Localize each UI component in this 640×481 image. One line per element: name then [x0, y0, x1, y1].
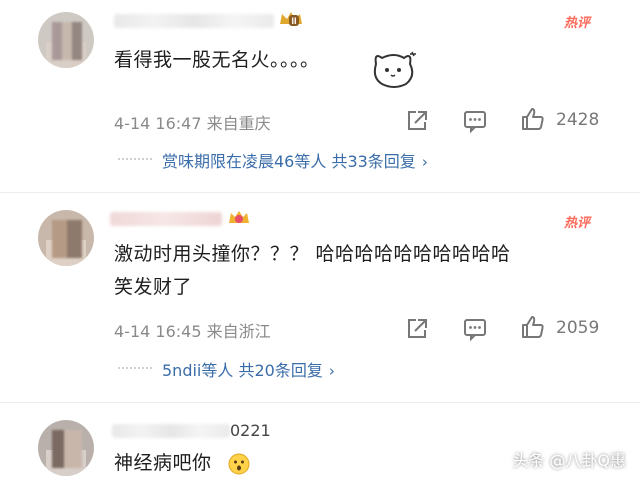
comment-meta: 4-14 16:45 来自浙江: [114, 322, 271, 341]
hot-comment-badge: 热评: [564, 216, 591, 231]
comment-meta: 4-14 16:47 来自重庆: [114, 114, 271, 133]
thumbs-up-icon[interactable]: [520, 106, 546, 132]
cat-sticker-icon: [373, 51, 416, 88]
surprised-emoji-icon: [228, 453, 250, 475]
chevron-right-icon: ›: [421, 153, 428, 171]
divider: [0, 192, 640, 193]
comment-icon[interactable]: [462, 108, 488, 134]
comment-icon[interactable]: [462, 316, 488, 342]
username-blurred[interactable]: [112, 424, 230, 438]
divider: [0, 402, 640, 403]
avatar[interactable]: [38, 210, 94, 266]
comment-text: 神经病吧你: [114, 452, 212, 474]
crown-badge-icon: II: [280, 12, 302, 26]
chevron-right-icon: ›: [328, 362, 335, 380]
share-icon[interactable]: [404, 316, 430, 342]
comment-text: 看得我一股无名火。。。。: [114, 49, 320, 71]
crown-badge-icon: [229, 211, 249, 223]
avatar[interactable]: [38, 420, 94, 476]
replies-link[interactable]: 5ndii等人 共20条回复 ›: [162, 357, 335, 381]
like-count: 2059: [556, 318, 600, 338]
hot-comment-badge: 热评: [564, 16, 591, 31]
username-blurred[interactable]: [110, 212, 222, 226]
reply-divider: [118, 367, 152, 370]
share-icon[interactable]: [404, 108, 430, 134]
like-count: 2428: [556, 110, 600, 130]
replies-link[interactable]: 赏味期限在凌晨46等人 共33条回复 ›: [162, 148, 428, 172]
reply-divider: [118, 158, 152, 161]
avatar[interactable]: [38, 12, 94, 68]
thumbs-up-icon[interactable]: [520, 314, 546, 340]
username-suffix[interactable]: 0221: [230, 421, 271, 440]
watermark: 头条 @八卦Q惠: [512, 451, 626, 470]
svg-text:II: II: [291, 16, 296, 26]
comment-text: 激动时用头撞你？？？ 哈哈哈哈哈哈哈哈哈哈 笑发财了: [114, 243, 511, 298]
username-blurred[interactable]: [114, 14, 274, 28]
